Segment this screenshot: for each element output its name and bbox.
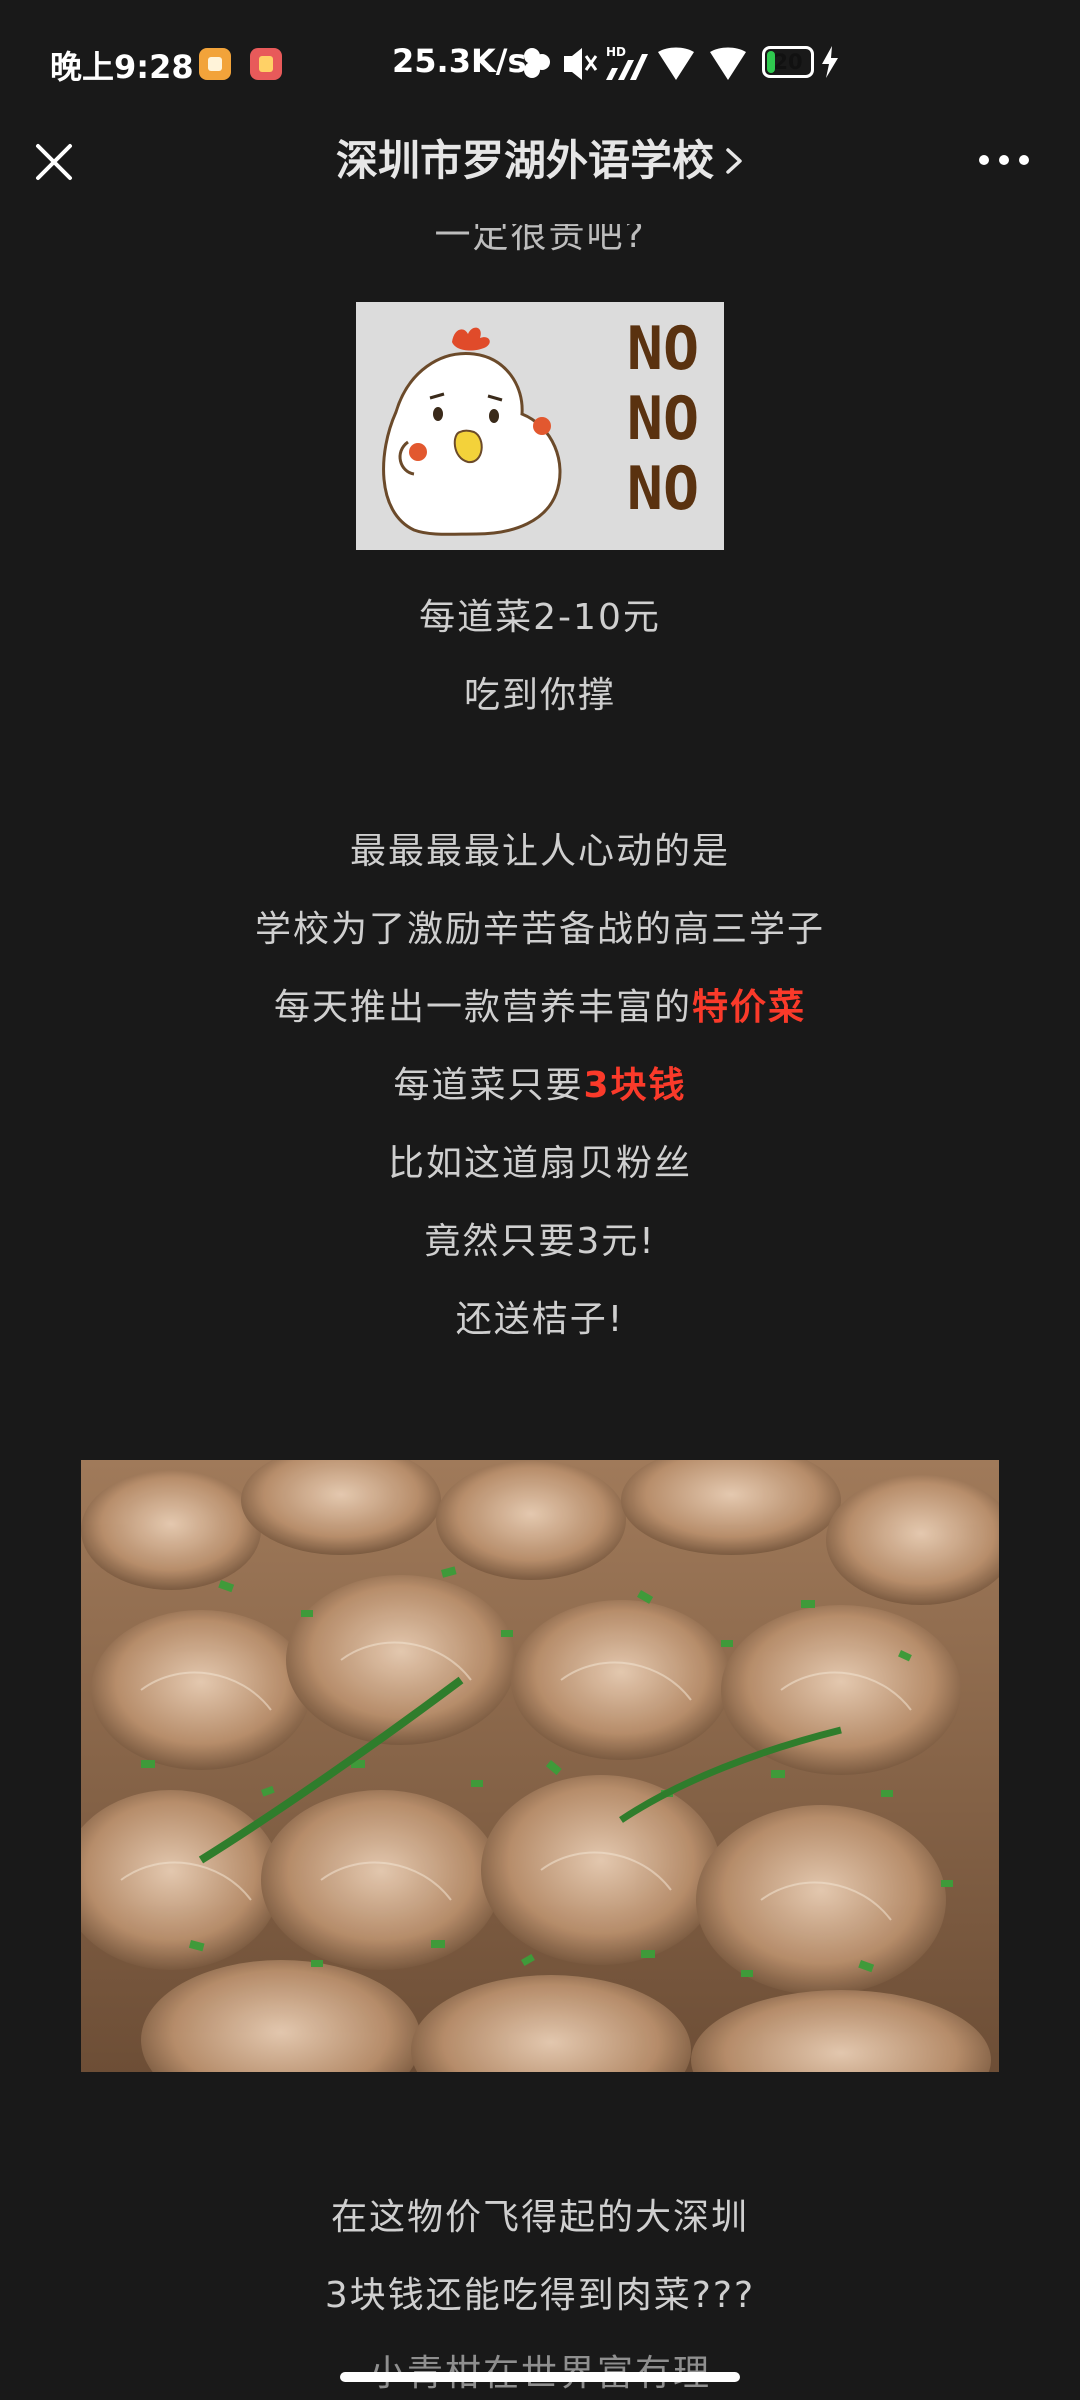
article-text-partial: 小青柑在世界富有理 — [0, 2344, 1080, 2396]
top-nav-bar: 深圳市罗湖外语学校 — [0, 128, 1080, 224]
battery-icon: 20 — [762, 46, 814, 78]
app-notification-icon — [199, 48, 231, 80]
home-indicator[interactable] — [340, 2372, 740, 2382]
sticker-text-no-1: NO — [626, 314, 700, 384]
mute-icon — [564, 48, 598, 80]
article-text: 在这物价飞得起的大深圳 — [330, 2197, 749, 2238]
article-text-part: 每天推出一款营养丰富的 — [273, 987, 692, 1028]
article-text-part: 每道菜只要 — [393, 1065, 584, 1106]
highlight-text-price: 3块钱 — [583, 1065, 687, 1106]
article-text: 每道菜2-10元 — [419, 597, 661, 638]
article-text: 每天推出一款营养丰富的特价菜 — [0, 978, 1080, 1030]
status-time: 晚上9:28 — [50, 48, 194, 86]
wifi-icon — [710, 47, 746, 80]
sticker-text-no-2: NO — [626, 384, 700, 454]
article-text: 竟然只要3元! — [424, 1221, 656, 1262]
chevron-right-icon — [726, 147, 742, 174]
no-no-no-sticker-image: NO NO NO — [356, 302, 724, 550]
signal-icon — [658, 47, 694, 80]
bluetooth-icon — [524, 48, 550, 78]
article-text: 最最最最让人心动的是 — [349, 831, 730, 872]
account-name: 深圳市罗湖外语学校 — [335, 136, 714, 185]
app-notification-icon — [250, 48, 282, 80]
sticker-text-no-3: NO — [626, 454, 700, 524]
article-text: 每道菜只要3块钱 — [0, 1056, 1080, 1108]
article-text: 吃到你撑 — [463, 675, 616, 716]
scallop-vermicelli-photo — [81, 1460, 999, 2072]
article-text: 比如这道扇贝粉丝 — [387, 1143, 692, 1184]
status-icons: HD — [524, 45, 746, 80]
hd-signal-icon: HD — [606, 45, 648, 80]
article-text: 学校为了激励辛苦备战的高三学子 — [254, 909, 825, 950]
network-speed: 25.3K/s — [392, 42, 527, 80]
battery-level-text: 20 — [773, 50, 803, 74]
svg-text:HD: HD — [606, 45, 626, 59]
charging-icon — [822, 46, 838, 78]
article-text: 3块钱还能吃得到肉菜??? — [324, 2275, 756, 2316]
food-image-icon — [81, 1460, 999, 2072]
article-content: 一定很贵吧? NO NO NO 每道菜2-10元 吃到你撑 最最最最让人心动的是… — [0, 0, 1080, 2400]
article-text: 还送桔子! — [455, 1299, 625, 1340]
status-bar: 晚上9:28 25.3K/s HD 20 — [0, 0, 1080, 128]
more-icon[interactable] — [976, 148, 1032, 172]
account-title-link[interactable]: 深圳市罗湖外语学校 — [0, 128, 1080, 194]
highlight-text-special-dish: 特价菜 — [692, 987, 807, 1028]
